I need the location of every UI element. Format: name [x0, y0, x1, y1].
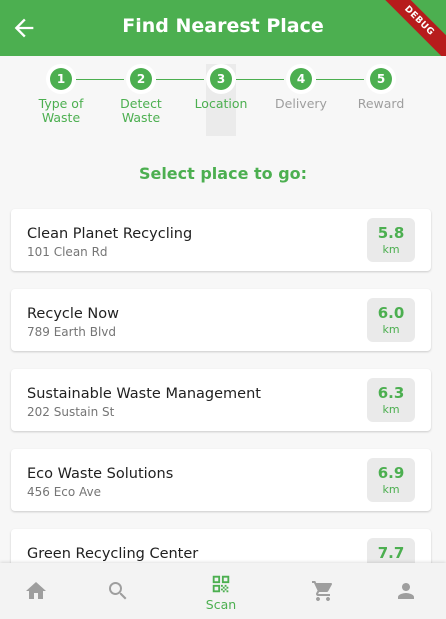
- place-name: Clean Planet Recycling: [27, 226, 193, 242]
- distance-unit: km: [382, 403, 400, 416]
- search-icon: [109, 582, 127, 600]
- step-label: Detect Waste: [120, 96, 162, 125]
- place-card[interactable]: Recycle Now 789 Earth Blvd 6.0 km: [11, 289, 431, 351]
- page-title: Find Nearest Place: [122, 15, 324, 37]
- nav-home[interactable]: [6, 563, 66, 619]
- step-label: Type of Waste: [38, 96, 84, 125]
- distance-value: 7.7: [377, 544, 405, 562]
- app-bar: Find Nearest Place DEBUG: [0, 0, 446, 56]
- step-label: Delivery: [275, 96, 327, 111]
- step-label: Reward: [357, 96, 405, 111]
- nav-scan[interactable]: Scan: [191, 563, 251, 619]
- distance-badge: 6.0 km: [367, 298, 415, 342]
- place-name: Eco Waste Solutions: [27, 466, 174, 482]
- distance-unit: km: [382, 323, 400, 336]
- bottom-navigation: Scan: [0, 563, 446, 619]
- step-number: 4: [290, 68, 312, 90]
- step-number: 2: [130, 68, 152, 90]
- distance-value: 6.0: [377, 304, 405, 322]
- step-label: Location: [194, 96, 248, 111]
- place-card[interactable]: Sustainable Waste Management 202 Sustain…: [11, 369, 431, 431]
- nav-search[interactable]: [88, 563, 148, 619]
- distance-badge: 5.8 km: [367, 218, 415, 262]
- progress-stepper: 1 Type of Waste 2 Detect Waste 3 Locatio…: [0, 56, 446, 142]
- distance-badge: 6.9 km: [367, 458, 415, 502]
- qr-code-icon: [212, 575, 230, 593]
- step-type-of-waste[interactable]: 1 Type of Waste: [21, 64, 101, 125]
- distance-value: 5.8: [377, 224, 405, 242]
- place-address: 789 Earth Blvd: [27, 325, 116, 339]
- place-name: Sustainable Waste Management: [27, 386, 261, 402]
- distance-value: 6.3: [377, 384, 405, 402]
- step-number: 3: [210, 68, 232, 90]
- step-number: 1: [50, 68, 72, 90]
- cart-icon: [312, 581, 333, 601]
- place-address: 456 Eco Ave: [27, 485, 102, 499]
- place-name: Green Recycling Center: [27, 546, 199, 562]
- home-icon: [26, 582, 46, 599]
- nav-label: Scan: [205, 597, 237, 612]
- step-number: 5: [370, 68, 392, 90]
- place-card[interactable]: Eco Waste Solutions 456 Eco Ave 6.9 km: [11, 449, 431, 511]
- place-card[interactable]: Clean Planet Recycling 101 Clean Rd 5.8 …: [11, 209, 431, 271]
- person-icon: [398, 583, 414, 599]
- step-detect-waste[interactable]: 2 Detect Waste: [101, 64, 181, 125]
- nav-cart[interactable]: [293, 563, 353, 619]
- step-delivery[interactable]: 4 Delivery: [261, 64, 341, 111]
- distance-value: 6.9: [377, 464, 405, 482]
- distance-unit: km: [382, 483, 400, 496]
- step-reward[interactable]: 5 Reward: [341, 64, 421, 111]
- place-address: 202 Sustain St: [27, 405, 115, 419]
- place-address: 101 Clean Rd: [27, 245, 108, 259]
- distance-unit: km: [382, 243, 400, 256]
- distance-badge: 6.3 km: [367, 378, 415, 422]
- section-heading: Select place to go:: [138, 164, 308, 183]
- nav-profile[interactable]: [376, 563, 436, 619]
- step-location[interactable]: 3 Location: [181, 64, 261, 111]
- place-name: Recycle Now: [27, 306, 120, 322]
